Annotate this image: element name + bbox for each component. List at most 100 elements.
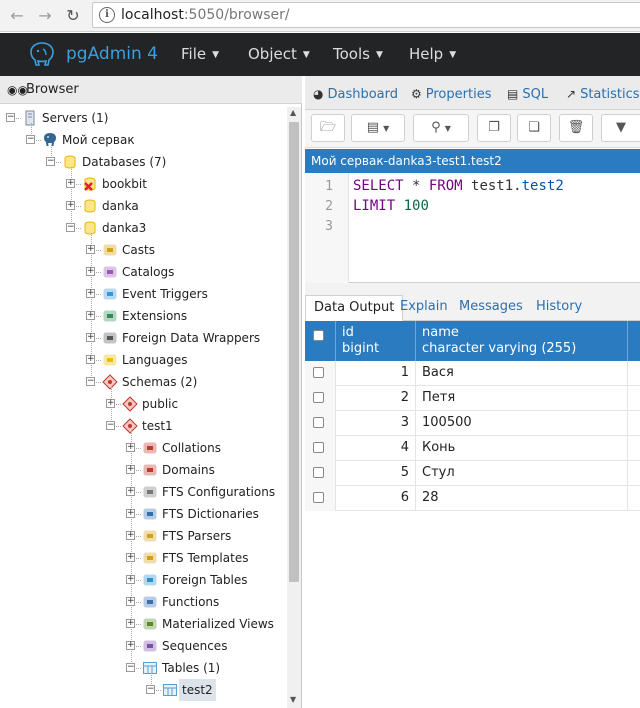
- cell-name[interactable]: Вася: [416, 361, 628, 386]
- tab-explain[interactable]: Explain: [392, 295, 456, 321]
- tree-item[interactable]: + bookbit: [0, 173, 286, 195]
- expand-icon[interactable]: +: [106, 399, 115, 408]
- cell-name[interactable]: Конь: [416, 436, 628, 461]
- tree-item[interactable]: + Functions: [0, 591, 286, 613]
- tree-item[interactable]: + Extensions: [0, 305, 286, 327]
- menu-file[interactable]: File ▼: [181, 45, 219, 63]
- delete-button[interactable]: 🗑: [559, 114, 593, 142]
- expand-icon[interactable]: +: [126, 531, 135, 540]
- cell-name[interactable]: 28: [416, 486, 628, 511]
- tree-item[interactable]: − Мой сервак: [0, 129, 286, 151]
- column-header-name[interactable]: name character varying (255): [416, 321, 628, 361]
- expand-icon[interactable]: +: [126, 597, 135, 606]
- row-checkbox[interactable]: [313, 467, 324, 478]
- collapse-icon[interactable]: −: [106, 421, 115, 430]
- expand-icon[interactable]: +: [126, 641, 135, 650]
- tree-item[interactable]: + FTS Templates: [0, 547, 286, 569]
- cell-name[interactable]: Стул: [416, 461, 628, 486]
- sql-editor[interactable]: 1 2 3 SELECT * FROM test1.test2 LIMIT 10…: [305, 173, 640, 283]
- tree-item[interactable]: + Materialized Views: [0, 613, 286, 635]
- row-checkbox[interactable]: [313, 367, 324, 378]
- tree-item[interactable]: + Foreign Data Wrappers: [0, 327, 286, 349]
- tree-item[interactable]: − test2: [0, 679, 286, 701]
- tree-item[interactable]: + FTS Configurations: [0, 481, 286, 503]
- tree-item[interactable]: − Schemas (2): [0, 371, 286, 393]
- collapse-icon[interactable]: −: [146, 685, 155, 694]
- copy-button[interactable]: ❐: [477, 114, 511, 142]
- row-checkbox[interactable]: [313, 492, 324, 503]
- row-checkbox[interactable]: [313, 392, 324, 403]
- reload-icon[interactable]: ↻: [62, 5, 84, 27]
- info-icon[interactable]: i: [99, 7, 115, 23]
- tab-sql[interactable]: ▤ SQL: [507, 87, 548, 102]
- tree-item[interactable]: + FTS Parsers: [0, 525, 286, 547]
- column-header-id[interactable]: id bigint: [336, 321, 416, 361]
- tree-item[interactable]: + danka: [0, 195, 286, 217]
- menu-help[interactable]: Help ▼: [409, 45, 456, 63]
- back-arrow-icon[interactable]: ←: [6, 5, 28, 27]
- expand-icon[interactable]: +: [126, 443, 135, 452]
- row-select-cell[interactable]: [305, 436, 336, 461]
- tree-scrollbar-thumb[interactable]: [289, 122, 299, 582]
- tree-item[interactable]: − Servers (1): [0, 107, 286, 129]
- tree-item[interactable]: + Event Triggers: [0, 283, 286, 305]
- expand-icon[interactable]: +: [126, 465, 135, 474]
- row-checkbox[interactable]: [313, 417, 324, 428]
- expand-icon[interactable]: +: [66, 201, 75, 210]
- expand-icon[interactable]: +: [86, 267, 95, 276]
- tab-data-output[interactable]: Data Output: [305, 295, 404, 321]
- expand-icon[interactable]: +: [86, 245, 95, 254]
- cell-id[interactable]: 1: [336, 361, 416, 386]
- expand-icon[interactable]: +: [86, 355, 95, 364]
- tab-properties[interactable]: ⚙ Properties: [411, 87, 491, 102]
- tree-item[interactable]: + public: [0, 393, 286, 415]
- row-checkbox[interactable]: [313, 442, 324, 453]
- tab-statistics[interactable]: ↗ Statistics: [566, 87, 640, 102]
- expand-icon[interactable]: +: [86, 289, 95, 298]
- collapse-icon[interactable]: −: [86, 377, 95, 386]
- collapse-icon[interactable]: −: [6, 113, 15, 122]
- row-select-cell[interactable]: [305, 386, 336, 411]
- menu-object[interactable]: Object ▼: [248, 45, 310, 63]
- address-bar[interactable]: i localhost:5050/browser/: [92, 2, 640, 28]
- select-all-cell[interactable]: [305, 321, 336, 361]
- tab-history[interactable]: History: [528, 295, 590, 321]
- cell-id[interactable]: 3: [336, 411, 416, 436]
- menu-tools[interactable]: Tools ▼: [333, 45, 383, 63]
- table-row[interactable]: 3 100500: [305, 411, 640, 436]
- cell-name[interactable]: 100500: [416, 411, 628, 436]
- tree-item[interactable]: + Catalogs: [0, 261, 286, 283]
- tree-item[interactable]: + Sequences: [0, 635, 286, 657]
- expand-icon[interactable]: +: [86, 311, 95, 320]
- cell-id[interactable]: 4: [336, 436, 416, 461]
- tree-item[interactable]: + Languages: [0, 349, 286, 371]
- tree-item[interactable]: + Collations: [0, 437, 286, 459]
- tree-item[interactable]: + FTS Dictionaries: [0, 503, 286, 525]
- table-row[interactable]: 5 Стул: [305, 461, 640, 486]
- tree-item[interactable]: − Tables (1): [0, 657, 286, 679]
- filter-button[interactable]: ▼: [601, 114, 640, 142]
- save-button[interactable]: ▤ ▼: [351, 114, 405, 142]
- tree-item[interactable]: + Foreign Tables: [0, 569, 286, 591]
- row-select-cell[interactable]: [305, 411, 336, 436]
- expand-icon[interactable]: +: [66, 179, 75, 188]
- tree-item[interactable]: − danka3: [0, 217, 286, 239]
- table-row[interactable]: 2 Петя: [305, 386, 640, 411]
- tab-messages[interactable]: Messages: [451, 295, 531, 321]
- cell-id[interactable]: 2: [336, 386, 416, 411]
- scroll-down-icon[interactable]: ▼: [290, 695, 296, 704]
- expand-icon[interactable]: +: [86, 333, 95, 342]
- panel-splitter[interactable]: [305, 283, 640, 295]
- row-select-cell[interactable]: [305, 361, 336, 386]
- tab-dashboard[interactable]: ◕ Dashboard: [313, 87, 398, 102]
- url-text[interactable]: localhost:5050/browser/: [121, 7, 290, 23]
- expand-icon[interactable]: +: [126, 575, 135, 584]
- expand-icon[interactable]: +: [126, 553, 135, 562]
- expand-icon[interactable]: +: [126, 619, 135, 628]
- expand-icon[interactable]: +: [126, 509, 135, 518]
- table-row[interactable]: 1 Вася: [305, 361, 640, 386]
- collapse-icon[interactable]: −: [66, 223, 75, 232]
- tree-item[interactable]: − test1: [0, 415, 286, 437]
- collapse-icon[interactable]: −: [26, 135, 35, 144]
- row-select-cell[interactable]: [305, 486, 336, 511]
